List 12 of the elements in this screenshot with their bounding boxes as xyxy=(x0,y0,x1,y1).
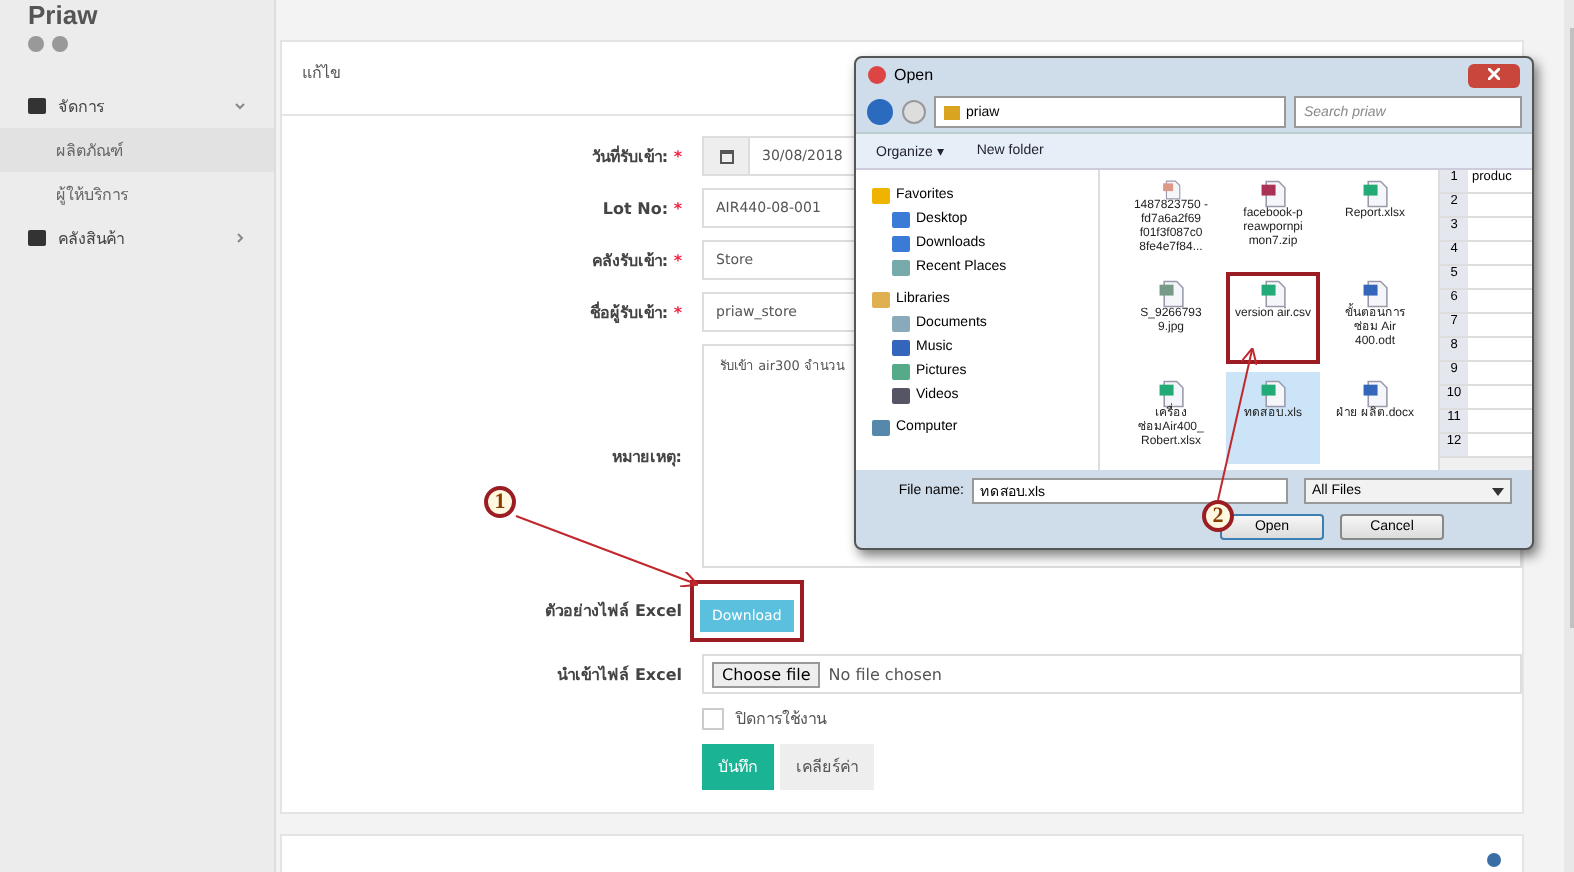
app-title: Priaw xyxy=(26,0,100,30)
field-label: ตัวอย่างไฟล์ Excel xyxy=(543,599,682,624)
field-label: นำเข้าไฟล์ Excel xyxy=(555,663,682,687)
field-label: หมายเหตุ: xyxy=(609,445,682,469)
dialog-title: Open xyxy=(894,66,934,84)
field-label: Lot No: * xyxy=(600,199,682,217)
checkbox-label: ปิดการใช้งาน xyxy=(736,707,826,732)
card-title: แก้ไข xyxy=(302,64,340,82)
field-label: วันที่รับเข้า: * xyxy=(589,143,682,169)
field-label: คลังรับเข้า: * xyxy=(589,249,682,273)
field-label: ชื่อผู้รับเข้า: * xyxy=(587,299,682,325)
file-status: No file chosen xyxy=(828,665,942,683)
